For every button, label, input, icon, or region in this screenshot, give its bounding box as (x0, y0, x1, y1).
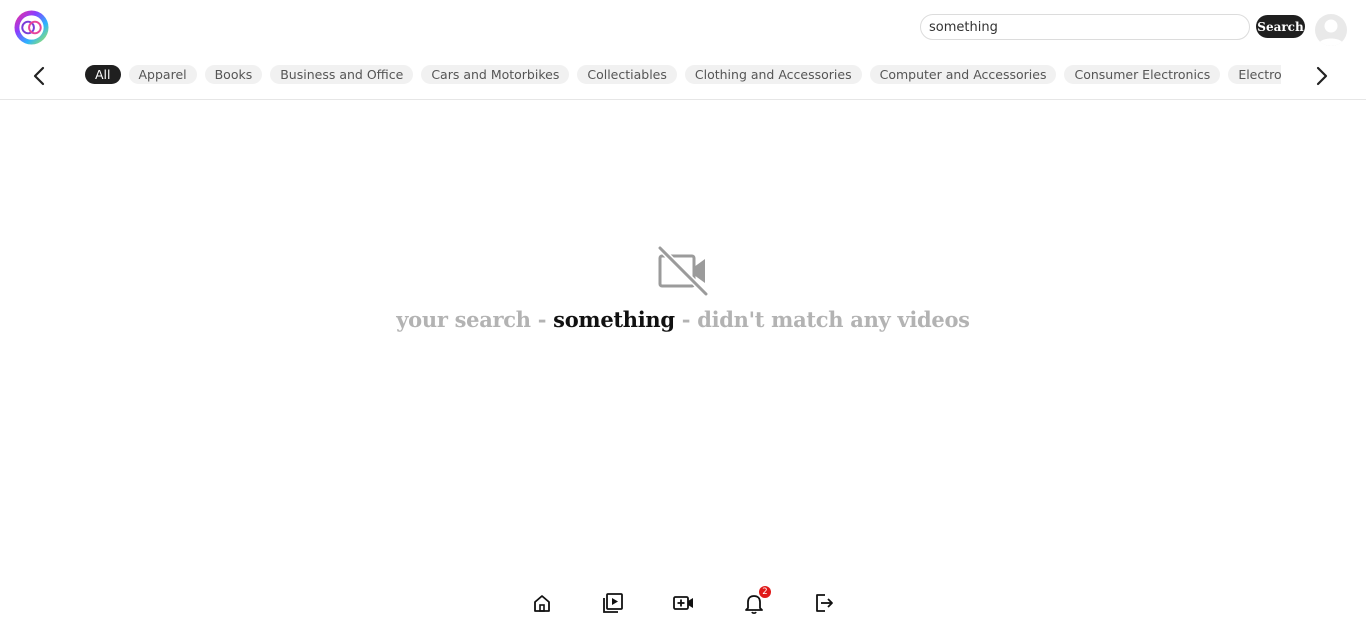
video-off-icon (657, 245, 709, 297)
scroll-right-chevron-icon[interactable] (1309, 64, 1333, 88)
bottom-navigation: 2 (0, 586, 1366, 620)
home-icon[interactable] (529, 590, 555, 616)
chip-apparel[interactable]: Apparel (128, 65, 197, 84)
scroll-left-chevron-icon[interactable] (28, 64, 52, 88)
search-term: something (553, 307, 675, 332)
video-library-icon[interactable] (600, 590, 626, 616)
user-avatar-icon (1318, 19, 1344, 46)
app-logo[interactable] (14, 10, 49, 45)
chip-books[interactable]: Books (204, 65, 263, 84)
chip-business-and-office[interactable]: Business and Office (270, 65, 414, 84)
category-bar: All Apparel Books Business and Office Cars a… (0, 60, 1366, 90)
chip-collectiables[interactable]: Collectiables (577, 65, 677, 84)
chip-consumer-electronics[interactable]: Consumer Electronics (1064, 65, 1221, 84)
message-suffix: - didn't match any videos (674, 307, 970, 332)
logout-icon[interactable] (811, 590, 837, 616)
chip-computer-and-accessories[interactable]: Computer and Accessories (869, 65, 1057, 84)
notification-badge: 2 (759, 586, 771, 598)
chip-all[interactable]: All (85, 65, 121, 84)
category-chips: All Apparel Books Business and Office Cars a… (85, 65, 1281, 87)
search-input[interactable] (920, 14, 1250, 40)
message-prefix: your search - (396, 307, 554, 332)
chip-cars-and-motorbikes[interactable]: Cars and Motorbikes (421, 65, 570, 84)
no-results-message: your search - something - didn't match a… (0, 307, 1366, 332)
search-button[interactable]: Search (1256, 15, 1305, 38)
chip-electronics[interactable]: Electronics (1228, 65, 1281, 84)
top-header: Search All Apparel Books Business and Offic… (0, 0, 1366, 100)
notifications-button[interactable]: 2 (741, 586, 771, 616)
chip-clothing-and-accessories[interactable]: Clothing and Accessories (684, 65, 862, 84)
add-video-icon[interactable] (670, 590, 696, 616)
empty-state: your search - something - didn't match a… (0, 244, 1366, 332)
user-avatar[interactable] (1315, 14, 1347, 46)
